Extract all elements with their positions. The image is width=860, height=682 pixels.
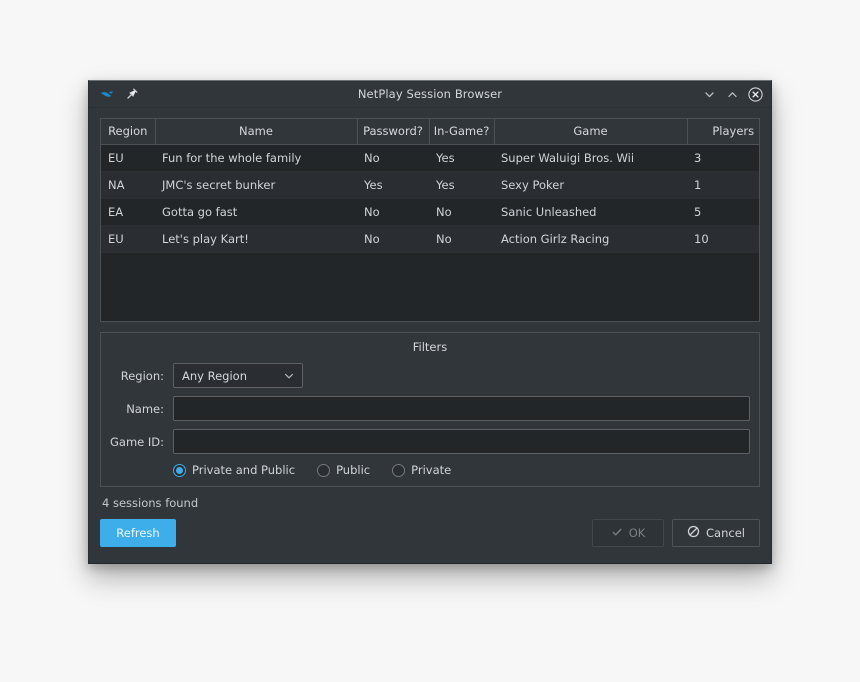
radio-private-and-public[interactable]: Private and Public [173, 463, 295, 477]
radio-private[interactable]: Private [392, 463, 451, 477]
cell-password: No [357, 198, 429, 226]
no-entry-icon [687, 525, 700, 541]
radio-label: Public [336, 463, 371, 477]
cell-players: 3 [687, 144, 759, 172]
column-header-players[interactable]: Players [687, 119, 759, 145]
column-header-game[interactable]: Game [494, 119, 688, 145]
cell-players: 1 [687, 171, 759, 199]
column-header-name[interactable]: Name [155, 119, 358, 145]
cell-region: EU [101, 144, 155, 172]
cell-game: Super Waluigi Bros. Wii [494, 144, 687, 172]
radio-label: Private and Public [192, 463, 296, 477]
cell-in-game: No [429, 198, 494, 226]
cell-password: No [357, 144, 429, 172]
radio-label: Private [411, 463, 452, 477]
table-header-row: Region Name Password? In-Game? Game Play… [101, 119, 759, 145]
chevron-up-icon[interactable] [725, 87, 740, 102]
dolphin-icon[interactable] [99, 86, 115, 102]
column-header-password[interactable]: Password? [357, 119, 430, 145]
region-label: Region: [120, 368, 164, 383]
refresh-button[interactable]: Refresh [100, 519, 176, 547]
game-id-filter-row: Game ID: [110, 429, 750, 454]
table-header: Region Name Password? In-Game? Game Play… [101, 119, 759, 145]
cell-game: Sexy Poker [494, 171, 687, 199]
cell-players: 10 [687, 225, 759, 253]
table-row[interactable]: NA JMC's secret bunker Yes Yes Sexy Poke… [101, 171, 759, 199]
chevron-down-icon [283, 370, 295, 382]
cell-players: 5 [687, 198, 759, 226]
cell-password: Yes [357, 171, 429, 199]
cell-name: Fun for the whole family [155, 144, 357, 172]
cell-game: Sanic Unleashed [494, 198, 687, 226]
status-text: 4 sessions found [102, 496, 199, 510]
filters-group: Filters Region: Any Region Name: Game ID… [100, 332, 760, 487]
cell-password: No [357, 225, 429, 253]
game-id-label: Game ID: [110, 434, 165, 449]
game-id-input[interactable] [173, 429, 750, 454]
name-label: Name: [126, 401, 164, 416]
radio-dot-icon [392, 463, 406, 477]
window-body: Region Name Password? In-Game? Game Play… [89, 108, 771, 563]
chevron-down-icon[interactable] [702, 87, 717, 102]
cell-region: NA [101, 171, 155, 199]
cancel-button-label: Cancel [706, 526, 745, 540]
check-icon [611, 526, 623, 541]
radio-dot-icon [173, 463, 186, 477]
column-header-in-game[interactable]: In-Game? [429, 119, 495, 145]
cell-name: Gotta go fast [155, 198, 357, 226]
table-body: EU Fun for the whole family No Yes Super… [101, 144, 759, 253]
region-select-value: Any Region [182, 368, 247, 383]
name-filter-row: Name: [110, 396, 750, 421]
ok-button-label: OK [628, 526, 646, 540]
filters-title: Filters [412, 340, 448, 354]
button-bar: Refresh OK Cancel [100, 519, 760, 547]
close-circle-icon[interactable] [748, 86, 763, 102]
session-list-table[interactable]: Region Name Password? In-Game? Game Play… [100, 118, 760, 322]
cell-name: Let's play Kart! [155, 225, 357, 253]
column-header-region[interactable]: Region [101, 119, 156, 145]
radio-dot-icon [317, 463, 331, 477]
pin-icon[interactable] [124, 86, 140, 102]
table-row[interactable]: EA Gotta go fast No No Sanic Unleashed 5 [101, 198, 759, 226]
region-select[interactable]: Any Region [173, 363, 303, 388]
ok-button[interactable]: OK [592, 519, 665, 547]
name-input[interactable] [173, 396, 750, 421]
region-filter-row: Region: Any Region [110, 363, 750, 388]
window-title: NetPlay Session Browser [357, 87, 503, 101]
cell-region: EA [101, 198, 155, 226]
cell-region: EU [101, 225, 155, 253]
table-row[interactable]: EU Fun for the whole family No Yes Super… [101, 144, 759, 172]
cancel-button[interactable]: Cancel [672, 519, 760, 547]
window-titlebar[interactable]: NetPlay Session Browser [89, 81, 771, 108]
cell-in-game: No [429, 225, 494, 253]
netplay-session-browser-window: NetPlay Session Browser Region Name Pass… [88, 80, 772, 564]
window-controls [702, 86, 765, 102]
table-row[interactable]: EU Let's play Kart! No No Action Girlz R… [101, 225, 759, 253]
cell-in-game: Yes [429, 144, 494, 172]
visibility-radio-group: Private and Public Public Private [110, 463, 750, 477]
titlebar-left-icons [95, 86, 140, 102]
radio-public[interactable]: Public [317, 463, 370, 477]
refresh-button-label: Refresh [116, 526, 160, 540]
cell-in-game: Yes [429, 171, 494, 199]
session-table-element: Region Name Password? In-Game? Game Play… [101, 119, 759, 253]
cell-game: Action Girlz Racing [494, 225, 687, 253]
cell-name: JMC's secret bunker [155, 171, 357, 199]
